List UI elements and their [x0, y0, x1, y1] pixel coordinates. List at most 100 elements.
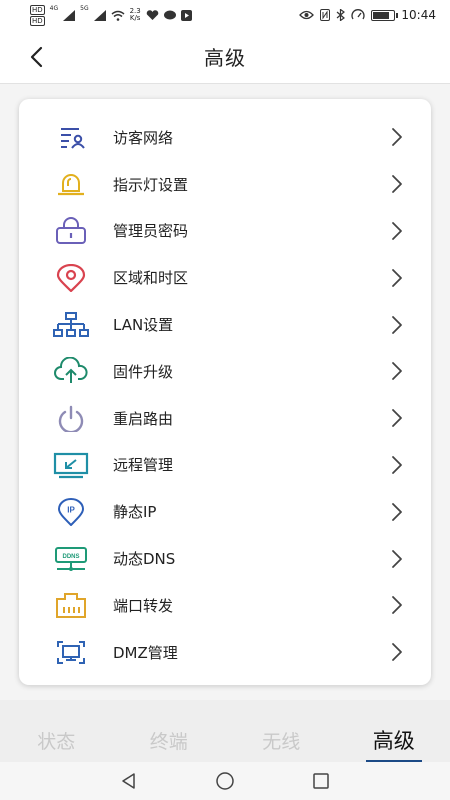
menu-item[interactable]: 访客网络 — [19, 114, 431, 161]
menu-icon-wrap — [53, 451, 89, 479]
square-recents-icon — [313, 773, 329, 789]
cloud-upload-icon — [54, 357, 88, 384]
battery-fill — [373, 11, 389, 19]
sim1-chip: HD — [30, 4, 45, 15]
tab-label: 终端 — [149, 730, 188, 753]
chevron-right-icon — [392, 268, 402, 287]
triangle-back-icon — [122, 773, 135, 789]
battery-icon — [371, 9, 399, 21]
tab-item[interactable]: 终端 — [113, 709, 226, 754]
menu-icon-wrap — [53, 263, 89, 292]
lock-icon — [56, 216, 86, 244]
ddns-icon: DDNS — [55, 546, 87, 571]
menu-icon-wrap: IP — [53, 497, 89, 526]
menu-item[interactable]: IP 静态IP — [19, 488, 431, 535]
signal1-label: 4G — [49, 4, 59, 12]
page-title: 高级 — [204, 46, 246, 70]
content-area: 访客网络 指示灯设置 管理员密码 区域和时区 LAN设置 固件升级 重启路由 远… — [0, 84, 450, 700]
menu-icon-wrap — [53, 311, 89, 339]
status-bar: HD HD 4G 5G 2.3 K/s 10:44 — [0, 0, 450, 30]
chevron-right-icon — [392, 362, 402, 381]
back-arrow-icon[interactable] — [24, 44, 50, 70]
tab-label: 高级 — [372, 729, 415, 753]
menu-item[interactable]: 重启路由 — [19, 395, 431, 442]
chevron-right-icon — [392, 175, 402, 194]
port-forward-icon — [56, 593, 86, 619]
status-right: 10:44 — [299, 8, 436, 22]
chevron-right-icon — [392, 409, 402, 428]
menu-item[interactable]: 端口转发 — [19, 582, 431, 629]
menu-item[interactable]: 管理员密码 — [19, 208, 431, 255]
message-app-icon — [163, 10, 176, 19]
settings-card: 访客网络 指示灯设置 管理员密码 区域和时区 LAN设置 固件升级 重启路由 远… — [19, 99, 431, 685]
speed-unit: K/s — [129, 14, 141, 22]
eye-icon — [299, 10, 315, 20]
menu-item[interactable]: 指示灯设置 — [19, 161, 431, 208]
menu-item[interactable]: LAN设置 — [19, 301, 431, 348]
svg-text:DDNS: DDNS — [62, 554, 79, 560]
sim2-chip: HD — [30, 15, 45, 26]
dmz-icon — [57, 641, 85, 665]
clock: 10:44 — [401, 8, 436, 22]
menu-item-label: 动态DNS — [113, 550, 176, 569]
menu-item-label: LAN设置 — [113, 316, 174, 335]
indicator-light-icon — [58, 174, 84, 196]
menu-icon-wrap — [53, 404, 89, 433]
app-header: 高级 — [0, 30, 450, 84]
nfc-icon — [320, 9, 331, 21]
chevron-right-icon — [392, 456, 402, 474]
menu-item[interactable]: 区域和时区 — [19, 254, 431, 301]
nav-back-button[interactable] — [118, 770, 140, 792]
menu-item-label: 重启路由 — [113, 409, 174, 428]
speedometer-icon — [351, 9, 366, 20]
lan-network-icon — [53, 311, 89, 337]
menu-item-label: 管理员密码 — [113, 222, 189, 241]
menu-item-label: 静态IP — [113, 503, 157, 522]
menu-item[interactable]: 固件升级 — [19, 348, 431, 395]
menu-icon-wrap — [53, 170, 89, 198]
menu-item-label: 访客网络 — [113, 128, 174, 147]
chevron-right-icon — [392, 596, 402, 615]
play-app-icon — [180, 9, 192, 21]
chevron-right-icon — [392, 315, 402, 334]
menu-item-label: 固件升级 — [113, 362, 174, 381]
signal2-label: 5G — [80, 4, 89, 12]
menu-icon-wrap — [53, 123, 89, 151]
wifi-icon — [111, 10, 125, 21]
location-pin-icon — [56, 263, 86, 292]
chevron-right-icon — [392, 549, 402, 568]
svg-text:IP: IP — [67, 505, 75, 514]
tab-label: 无线 — [262, 730, 301, 753]
menu-item-label: 远程管理 — [113, 456, 174, 475]
menu-icon-wrap: DDNS — [53, 545, 89, 573]
nav-home-button[interactable] — [214, 770, 236, 792]
bottom-tab-bar: 状态 终端 无线 高级 — [0, 700, 450, 764]
menu-item-label: DMZ管理 — [113, 643, 178, 662]
menu-item-label: 指示灯设置 — [113, 175, 189, 194]
menu-item[interactable]: DDNS 动态DNS — [19, 535, 431, 582]
tab-item[interactable]: 高级 — [338, 707, 450, 764]
guest-network-icon — [61, 128, 85, 150]
sim-chips: HD HD — [30, 4, 45, 26]
menu-icon-wrap — [53, 216, 89, 245]
menu-icon-wrap — [53, 638, 89, 666]
menu-item-label: 端口转发 — [113, 596, 174, 615]
system-nav-bar — [0, 762, 450, 800]
signal-bars-icon — [63, 9, 76, 21]
chevron-right-icon — [392, 128, 402, 147]
ip-pin-icon: IP — [57, 497, 85, 526]
chevron-right-icon — [392, 643, 402, 662]
circle-home-icon — [216, 772, 234, 790]
menu-item[interactable]: 远程管理 — [19, 442, 431, 489]
tab-label: 状态 — [37, 730, 76, 753]
tab-item[interactable]: 状态 — [0, 709, 113, 754]
tab-item[interactable]: 无线 — [225, 709, 338, 754]
chevron-right-icon — [392, 502, 402, 521]
menu-item-label: 区域和时区 — [113, 269, 189, 288]
network-speed: 2.3 K/s — [130, 8, 141, 22]
nav-recents-button[interactable] — [310, 770, 332, 792]
menu-item[interactable]: DMZ管理 — [19, 629, 431, 676]
remote-screen-icon — [53, 452, 89, 479]
chevron-right-icon — [392, 222, 402, 240]
heart-app-icon — [146, 9, 159, 20]
